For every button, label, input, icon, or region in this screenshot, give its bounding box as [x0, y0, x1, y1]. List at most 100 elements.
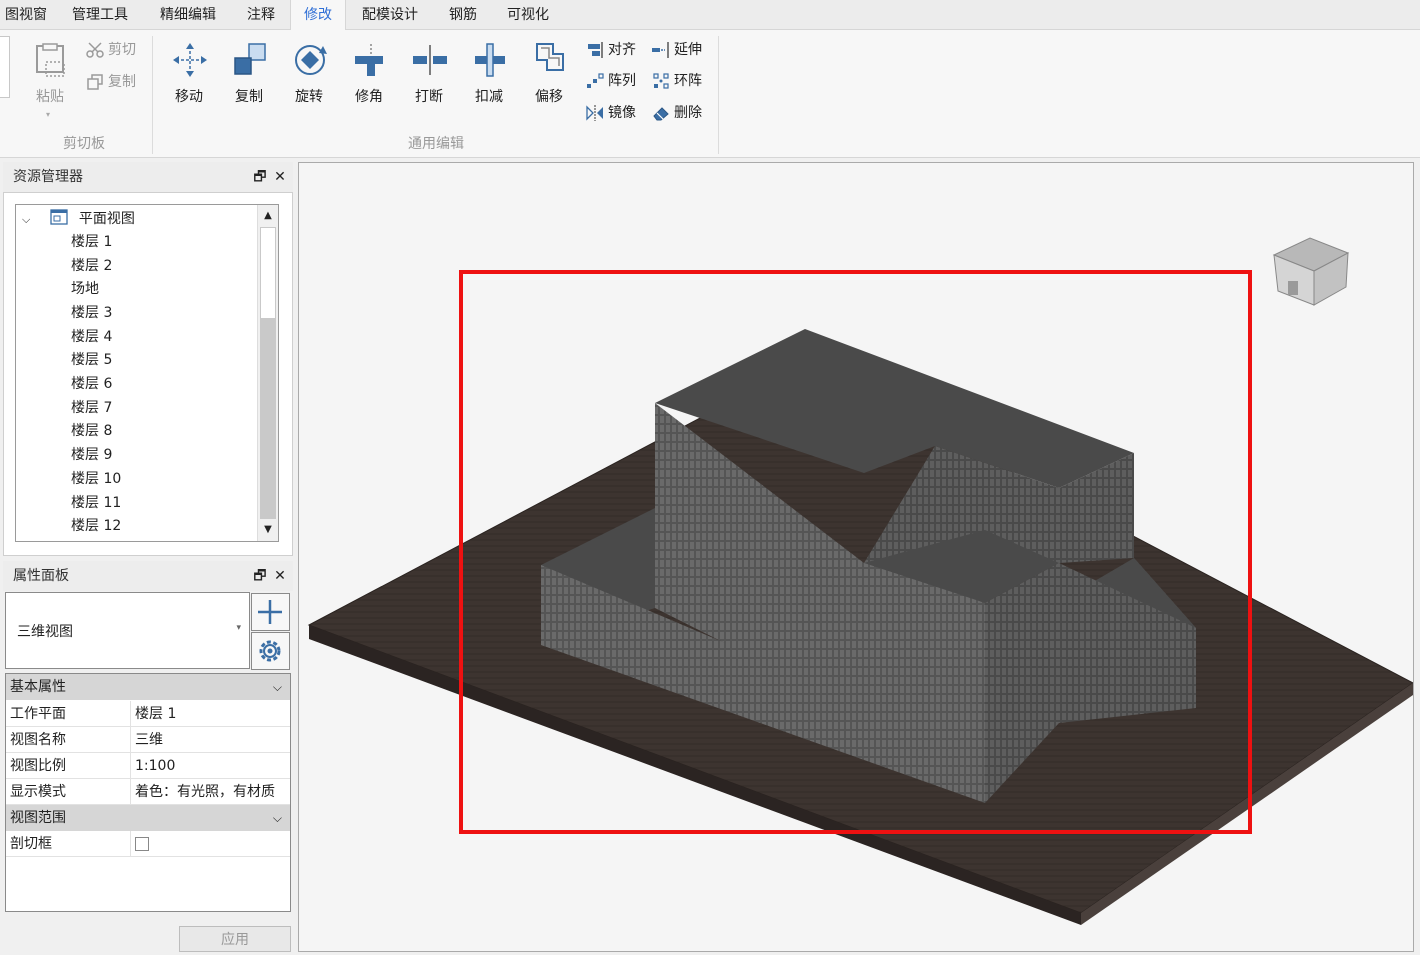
tab-view-window[interactable]: 图视窗 — [0, 0, 52, 30]
tree-item[interactable]: 楼层 10 — [71, 467, 121, 491]
scrollbar-track[interactable] — [260, 319, 276, 519]
resource-manager-title: 资源管理器 — [3, 162, 293, 192]
scroll-down-icon[interactable]: ▼ — [260, 521, 276, 539]
section-basic-properties[interactable]: 基本属性 ⌵ — [6, 674, 290, 700]
tab-fine-edit[interactable]: 精细编辑 — [150, 0, 226, 30]
extend-button[interactable]: 延伸 — [650, 38, 702, 62]
move-label: 移动 — [175, 89, 203, 105]
property-key: 剖切框 — [10, 836, 52, 852]
section-range-label: 视图范围 — [10, 810, 66, 826]
tree-item[interactable]: 楼层 2 — [71, 254, 112, 278]
property-key: 视图名称 — [10, 732, 66, 748]
property-value[interactable]: 着色：有光照，有材质 — [135, 779, 275, 805]
resource-tree: ⌵ 平面视图 楼层 1 楼层 2 场地 楼层 3 楼层 4 楼层 5 楼层 6 … — [15, 204, 279, 542]
tree-item[interactable]: 楼层 8 — [71, 419, 112, 443]
property-key: 工作平面 — [10, 706, 66, 722]
trim-corner-icon — [355, 44, 383, 76]
close-icon[interactable]: ✕ — [271, 168, 289, 186]
paste-dropdown-icon[interactable]: ▾ — [46, 110, 50, 119]
paste-button[interactable]: 粘贴 — [22, 32, 78, 112]
property-value[interactable]: 楼层 1 — [135, 701, 176, 727]
array-icon — [587, 73, 604, 88]
offset-label: 偏移 — [535, 89, 563, 105]
property-row: 剖切框 — [6, 831, 290, 857]
trim-label: 修角 — [355, 89, 383, 105]
subtract-icon — [475, 43, 505, 77]
trim-button[interactable]: 修角 — [341, 32, 397, 112]
scrollbar-thumb[interactable] — [260, 227, 276, 319]
tree-root[interactable]: ⌵ 平面视图 — [22, 207, 135, 231]
tree-item[interactable]: 楼层 9 — [71, 443, 112, 467]
section-box-checkbox[interactable] — [135, 837, 149, 851]
property-key: 显示模式 — [10, 784, 66, 800]
break-button[interactable]: 打断 — [401, 32, 457, 112]
tree-item[interactable]: 楼层 7 — [71, 396, 112, 420]
paste-icon — [36, 43, 65, 77]
mirror-button[interactable]: 镜像 — [584, 101, 636, 125]
copy-small-label: 复制 — [108, 74, 136, 90]
3d-viewport[interactable] — [298, 162, 1414, 952]
property-value[interactable]: 三维 — [135, 727, 163, 753]
array-label: 阵列 — [608, 73, 636, 89]
tree-scrollbar[interactable]: ▲ ▼ — [257, 205, 278, 541]
tree-root-label: 平面视图 — [78, 211, 135, 227]
delete-button[interactable]: 删除 — [650, 101, 702, 125]
copy-label: 复制 — [235, 89, 263, 105]
tab-annotation[interactable]: 注释 — [236, 0, 286, 30]
eraser-icon — [653, 107, 669, 121]
move-button[interactable]: 移动 — [161, 32, 217, 112]
extend-label: 延伸 — [674, 42, 702, 58]
section-view-range[interactable]: 视图范围 ⌵ — [6, 805, 290, 831]
tab-formwork-design[interactable]: 配模设计 — [352, 0, 428, 30]
rotate-label: 旋转 — [295, 89, 323, 105]
ring-array-label: 环阵 — [674, 73, 702, 89]
array-button[interactable]: 阵列 — [584, 69, 636, 93]
close-icon[interactable]: ✕ — [271, 567, 289, 585]
add-button[interactable] — [251, 593, 290, 631]
scroll-up-icon[interactable]: ▲ — [260, 207, 276, 225]
column-divider — [130, 727, 131, 753]
tree-item[interactable]: 楼层 6 — [71, 372, 112, 396]
tree-item[interactable]: 楼层 11 — [71, 491, 121, 515]
view-cube-icon[interactable] — [1272, 237, 1350, 306]
move-icon — [173, 43, 207, 77]
tree-item[interactable]: 楼层 3 — [71, 301, 112, 325]
copy-small-button[interactable]: 复制 — [84, 70, 136, 94]
property-row: 工作平面 楼层 1 — [6, 701, 290, 727]
rotate-icon — [295, 45, 327, 75]
group-divider — [152, 36, 153, 154]
subtract-button[interactable]: 扣减 — [461, 32, 517, 112]
property-value[interactable]: 1:100 — [135, 753, 175, 779]
tree-item[interactable]: 楼层 1 — [71, 230, 112, 254]
property-row: 视图名称 三维 — [6, 727, 290, 753]
3d-scene[interactable] — [299, 163, 1414, 952]
apply-button[interactable]: 应用 — [179, 926, 291, 952]
scissors-icon — [86, 42, 104, 58]
ring-array-button[interactable]: 环阵 — [650, 69, 702, 93]
view-type-select[interactable]: 三维视图 ▾ — [5, 592, 250, 669]
tab-management-tools[interactable]: 管理工具 — [62, 0, 138, 30]
align-button[interactable]: 对齐 — [584, 38, 636, 62]
copy-button[interactable]: 复制 — [221, 32, 277, 112]
cut-button[interactable]: 剪切 — [84, 38, 136, 62]
tree-item[interactable]: 场地 — [71, 277, 99, 301]
section-basic-label: 基本属性 — [10, 679, 66, 695]
tab-visualization[interactable]: 可视化 — [496, 0, 560, 30]
restore-icon[interactable]: 🗗 — [251, 567, 269, 585]
tab-modify[interactable]: 修改 — [290, 0, 346, 31]
plus-icon — [258, 600, 282, 624]
chevron-down-icon[interactable]: ⌵ — [22, 208, 40, 232]
restore-icon[interactable]: 🗗 — [251, 168, 269, 186]
tab-rebar[interactable]: 钢筋 — [438, 0, 488, 30]
rotate-button[interactable]: 旋转 — [281, 32, 337, 112]
tree-item[interactable]: 楼层 5 — [71, 348, 112, 372]
offset-button[interactable]: 偏移 — [521, 32, 577, 112]
column-divider — [130, 779, 131, 805]
ribbon-left-edge — [0, 36, 10, 98]
property-row: 视图比例 1:100 — [6, 753, 290, 779]
chevron-down-icon: ▾ — [236, 623, 241, 633]
tree-item[interactable]: 楼层 4 — [71, 325, 112, 349]
tree-item[interactable]: 楼层 12 — [71, 514, 121, 538]
cut-label: 剪切 — [108, 42, 136, 58]
settings-button[interactable] — [251, 632, 290, 670]
